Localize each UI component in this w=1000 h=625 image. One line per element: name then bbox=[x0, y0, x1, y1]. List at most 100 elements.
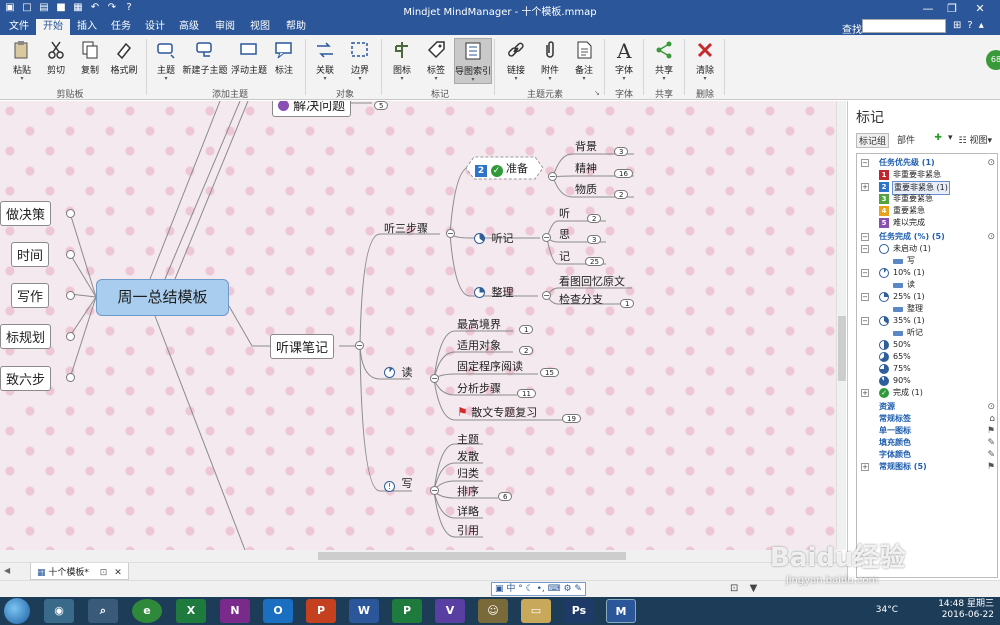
ribbon-collapse-icon[interactable]: ▴ bbox=[979, 20, 984, 31]
tab-file[interactable]: 文件 bbox=[4, 19, 34, 35]
panel-tab-parts[interactable]: 部件 bbox=[897, 133, 915, 148]
help-icon[interactable]: ? bbox=[967, 20, 972, 31]
subtopic-count-badge[interactable]: 2 bbox=[587, 214, 602, 223]
start-button[interactable] bbox=[4, 598, 30, 624]
tree-group-font-color[interactable]: 字体颜色 ✎ bbox=[857, 449, 997, 461]
taskbar-app-chrome[interactable]: ◉ bbox=[44, 599, 74, 623]
topic-background[interactable]: 背景 bbox=[575, 138, 597, 154]
collapse-toggle[interactable]: − bbox=[446, 229, 455, 238]
attachment-button[interactable]: 附件 ▾ bbox=[533, 38, 567, 84]
collapse-toggle[interactable]: − bbox=[861, 159, 869, 167]
topic-divergence[interactable]: 发散 bbox=[457, 448, 479, 464]
taskbar-app-cat[interactable]: ☺ bbox=[478, 599, 508, 623]
tree-item[interactable]: 90% bbox=[857, 375, 997, 387]
notes-button[interactable]: 备注 ▾ bbox=[567, 38, 601, 84]
collapse-toggle[interactable]: − bbox=[355, 341, 364, 350]
expand-toggle[interactable]: + bbox=[861, 463, 869, 471]
ribbon-launcher-icon[interactable]: ↘ bbox=[594, 89, 600, 97]
language-bar[interactable]: ▣ 中 ° ☾ •, ⌨ ⚙ ✎ bbox=[491, 582, 586, 596]
taskbar-app-search[interactable]: ⌕ bbox=[88, 599, 118, 623]
topic-time[interactable]: 时间 bbox=[11, 242, 50, 267]
floating-topic-button[interactable]: 浮动主题 bbox=[231, 38, 267, 84]
tree-group-priority[interactable]: − 任务优先级 (1) ⊙ bbox=[857, 157, 997, 169]
collapse-toggle[interactable]: − bbox=[542, 291, 551, 300]
tree-item[interactable]: 50% bbox=[857, 339, 997, 351]
subtopic-count-badge[interactable]: 16 bbox=[614, 169, 633, 178]
copy-button[interactable]: 复制 bbox=[73, 38, 107, 84]
subtopic-count-badge[interactable]: 3 bbox=[587, 235, 602, 244]
link-button[interactable]: 链接 ▾ bbox=[499, 38, 533, 84]
tab-home[interactable]: 开始 bbox=[36, 19, 70, 35]
subtopic-count-badge[interactable]: 11 bbox=[517, 389, 536, 398]
scroll-left-icon[interactable]: ◀ bbox=[4, 566, 10, 575]
tab-review[interactable]: 审阅 bbox=[210, 19, 240, 35]
topic-recall-original[interactable]: 看图回忆原文 bbox=[559, 273, 625, 289]
expand-toggle[interactable] bbox=[66, 250, 75, 259]
topic-write[interactable]: ! 写 bbox=[384, 475, 413, 492]
tree-item[interactable]: + 2 重要非紧急 (1) bbox=[857, 181, 997, 195]
central-topic[interactable]: 周一总结模板 bbox=[96, 279, 229, 316]
cut-button[interactable]: 剪切 bbox=[39, 38, 73, 84]
tree-group-completion[interactable]: − 任务完成 (%) (5) ⊙ bbox=[857, 231, 997, 243]
taskbar-app-onenote[interactable]: N bbox=[220, 599, 250, 623]
topic-applicable-objects[interactable]: 适用对象 bbox=[457, 337, 501, 353]
fit-map-icon[interactable]: ⊡ bbox=[730, 583, 738, 594]
vertical-scrollbar[interactable] bbox=[836, 101, 846, 550]
tree-item[interactable]: − 35% (1) bbox=[857, 315, 997, 327]
topic-fixed-reading[interactable]: 固定程序阅读 bbox=[457, 358, 523, 374]
tab-task[interactable]: 任务 bbox=[106, 19, 136, 35]
topic-detail[interactable]: 详略 bbox=[457, 503, 479, 519]
subtopic-count-badge[interactable]: 2 bbox=[519, 346, 534, 355]
tree-subitem[interactable]: 整理 bbox=[857, 303, 997, 315]
topic-class-notes[interactable]: 听课笔记 bbox=[270, 334, 335, 359]
topic-read[interactable]: 读 bbox=[384, 364, 413, 380]
taskbar-app-powerpoint[interactable]: P bbox=[306, 599, 336, 623]
topic-six-steps[interactable]: 致六步 bbox=[0, 366, 52, 391]
tree-item[interactable]: 4 重要紧急 bbox=[857, 205, 997, 217]
maximize-button[interactable]: ❐ bbox=[940, 0, 964, 18]
topic-material[interactable]: 物质 bbox=[575, 181, 597, 197]
topic-prose-review[interactable]: ⚑ 散文专题复习 bbox=[457, 404, 537, 420]
collapse-toggle[interactable]: − bbox=[430, 374, 439, 383]
topic-button[interactable]: 主题 ▾ bbox=[149, 38, 183, 84]
taskbar-app-project[interactable]: P bbox=[392, 599, 422, 623]
search-options-icon[interactable]: ⊞ bbox=[953, 20, 961, 31]
topic-goal-planning[interactable]: 标规划 bbox=[0, 324, 52, 349]
topic-listen-steps[interactable]: 听三步骤 bbox=[384, 220, 428, 236]
tree-group-single-icon[interactable]: 单一图标 ⚑ bbox=[857, 425, 997, 437]
close-tab-icon[interactable]: ✕ bbox=[114, 568, 122, 578]
add-dropdown-icon[interactable]: ▾ bbox=[948, 133, 953, 146]
online-badge-icon[interactable]: 68 bbox=[986, 50, 1000, 70]
topic-spirit[interactable]: 精神 bbox=[575, 160, 597, 176]
collapse-toggle[interactable]: − bbox=[861, 233, 869, 241]
tree-item[interactable]: 5 难以完成 bbox=[857, 217, 997, 229]
subtopic-count-badge[interactable]: 5 bbox=[374, 101, 389, 110]
tree-item[interactable]: 65% bbox=[857, 351, 997, 363]
minimize-button[interactable]: — bbox=[916, 0, 940, 18]
topic-solve-problem[interactable]: 解决问题 bbox=[272, 101, 352, 117]
taskbar-app-browser[interactable]: e bbox=[132, 599, 162, 623]
topic-writing[interactable]: 写作 bbox=[11, 283, 50, 308]
new-subtopic-button[interactable]: 新建子主题 bbox=[182, 38, 228, 84]
tree-item[interactable]: 1 非重要非紧急 bbox=[857, 169, 997, 181]
taskbar-app-photoshop[interactable]: Ps bbox=[564, 599, 594, 623]
font-button[interactable]: A 字体 ▾ bbox=[607, 38, 641, 84]
tree-subitem[interactable]: 读 bbox=[857, 279, 997, 291]
tree-item[interactable]: 75% bbox=[857, 363, 997, 375]
tag-button[interactable]: 标签 ▾ bbox=[419, 38, 453, 84]
topic-listen[interactable]: 听 bbox=[559, 205, 570, 221]
collapse-toggle[interactable]: − bbox=[542, 233, 551, 242]
tree-item[interactable]: − 未启动 (1) bbox=[857, 243, 997, 255]
tree-group-general-icons[interactable]: + 常规图标 (5) ⚑ bbox=[857, 461, 997, 473]
clock-time[interactable]: 14:48 星期三 bbox=[938, 599, 994, 610]
clock-date[interactable]: 2016-06-22 bbox=[938, 610, 994, 621]
taskbar-app-excel[interactable]: X bbox=[176, 599, 206, 623]
expand-toggle[interactable]: + bbox=[861, 389, 869, 397]
filter-icon[interactable]: ▼ bbox=[750, 583, 758, 594]
topic-sort[interactable]: 排序 bbox=[457, 483, 479, 499]
close-button[interactable]: ✕ bbox=[964, 0, 996, 18]
tree-item[interactable]: + ✓ 完成 (1) bbox=[857, 387, 997, 399]
relationship-button[interactable]: 关联 ▾ bbox=[308, 38, 342, 84]
collapse-toggle[interactable]: − bbox=[861, 245, 869, 253]
topic-classify[interactable]: 归类 bbox=[457, 465, 479, 481]
